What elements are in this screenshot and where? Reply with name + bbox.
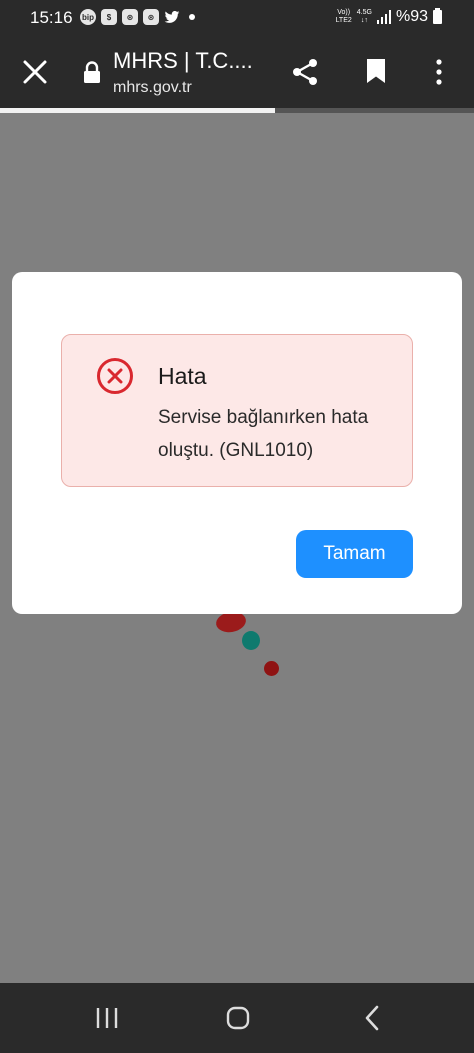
alert-title: Hata (158, 363, 207, 389)
share-icon[interactable] (290, 57, 320, 87)
loading-spinner-dot (264, 661, 279, 676)
app-icon-a: ⊛ (122, 9, 138, 25)
status-bar: 15:16 bip $ ⊛ ⊛ Vo)) LTE2 4.5G ↓↑ %93 (0, 0, 474, 34)
recent-apps-icon[interactable] (95, 1007, 119, 1029)
error-dialog: Hata Servise bağlanırken hata oluştu. (G… (12, 272, 462, 614)
bip-app-icon: bip (80, 9, 96, 25)
battery-icon (433, 8, 442, 24)
page-load-progress (0, 108, 474, 113)
page-url[interactable]: mhrs.gov.tr (113, 79, 192, 97)
more-notifications-dot (189, 14, 195, 20)
twitter-icon (164, 11, 180, 23)
system-nav-bar (0, 983, 474, 1053)
close-icon[interactable] (22, 59, 48, 85)
battery-level: %93 (395, 8, 428, 25)
home-icon[interactable] (226, 1006, 250, 1030)
volte-indicator: Vo)) LTE2 (335, 9, 352, 24)
status-time: 15:16 (30, 8, 73, 27)
more-vert-icon[interactable] (432, 58, 446, 86)
network-type-indicator: 4.5G ↓↑ (356, 9, 372, 24)
app-icon-b: ⊛ (143, 9, 159, 25)
bookmark-icon[interactable] (366, 58, 386, 84)
lock-icon[interactable] (83, 61, 101, 83)
alert-message: Servise bağlanırken hata oluştu. (GNL101… (158, 407, 369, 461)
dollar-app-icon: $ (101, 9, 117, 25)
signal-icon (376, 10, 391, 24)
loading-spinner-dot (242, 631, 260, 650)
error-icon (97, 358, 133, 394)
status-indicators: Vo)) LTE2 4.5G ↓↑ %93 (336, 8, 442, 26)
ok-button[interactable]: Tamam (296, 530, 413, 578)
back-icon[interactable] (364, 1005, 380, 1031)
browser-toolbar: MHRS | T.C.... mhrs.gov.tr (0, 34, 474, 108)
page-title[interactable]: MHRS | T.C.... (113, 48, 253, 74)
notification-icons: bip $ ⊛ ⊛ (80, 9, 195, 25)
page-load-progress-fill (0, 108, 275, 113)
error-alert: Hata Servise bağlanırken hata oluştu. (G… (61, 334, 413, 487)
